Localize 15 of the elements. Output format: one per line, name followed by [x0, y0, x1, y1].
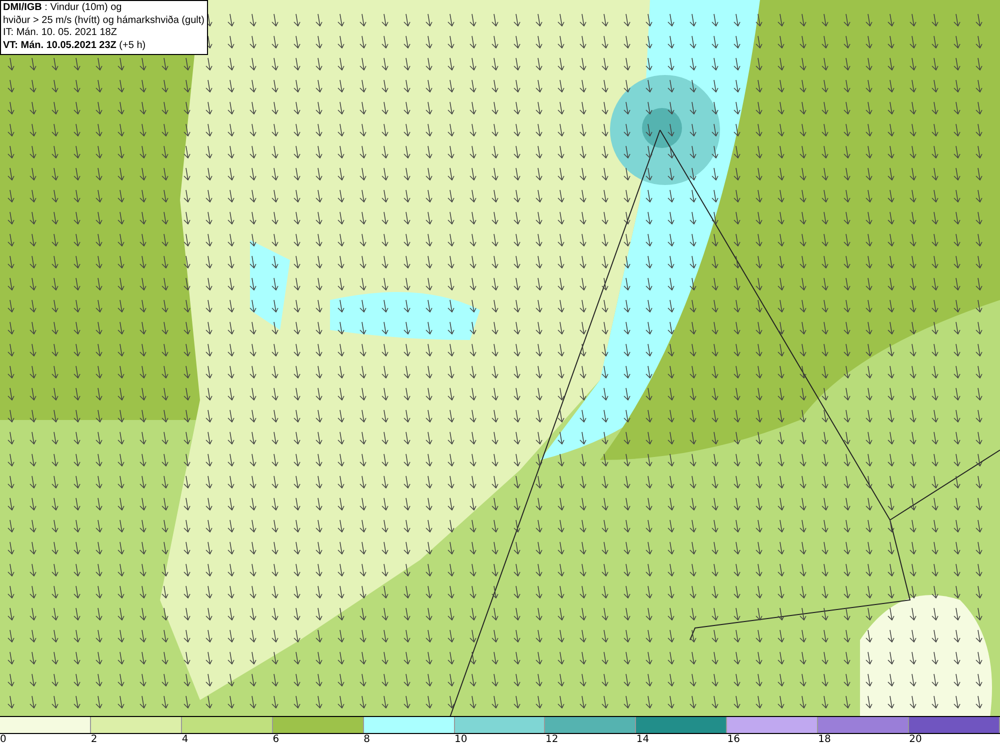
legend-label: 10	[454, 734, 468, 746]
legend-label: 2	[90, 734, 98, 746]
title-line: VT: Mán. 10.05.2021 23Z (+5 h)	[3, 40, 147, 52]
legend-label: 18	[818, 734, 831, 746]
legend-label: 20	[909, 734, 922, 746]
legend-label: 16	[727, 734, 740, 746]
title-line: hviður > 25 m/s (hvítt) og hámarkshviða (gult)	[3, 14, 204, 27]
legend-label: 8	[364, 734, 370, 746]
legend-label: 6	[272, 734, 280, 746]
legend-label: 14	[636, 734, 650, 746]
legend-label: 4	[182, 734, 188, 746]
title-line: DMI/IGB : Vindur (10m) og	[3, 2, 123, 14]
legend-label: 12	[545, 734, 558, 746]
title-line: IT: Mán. 10. 05. 2021 18Z	[3, 27, 118, 40]
legend-label: 0	[0, 734, 6, 746]
